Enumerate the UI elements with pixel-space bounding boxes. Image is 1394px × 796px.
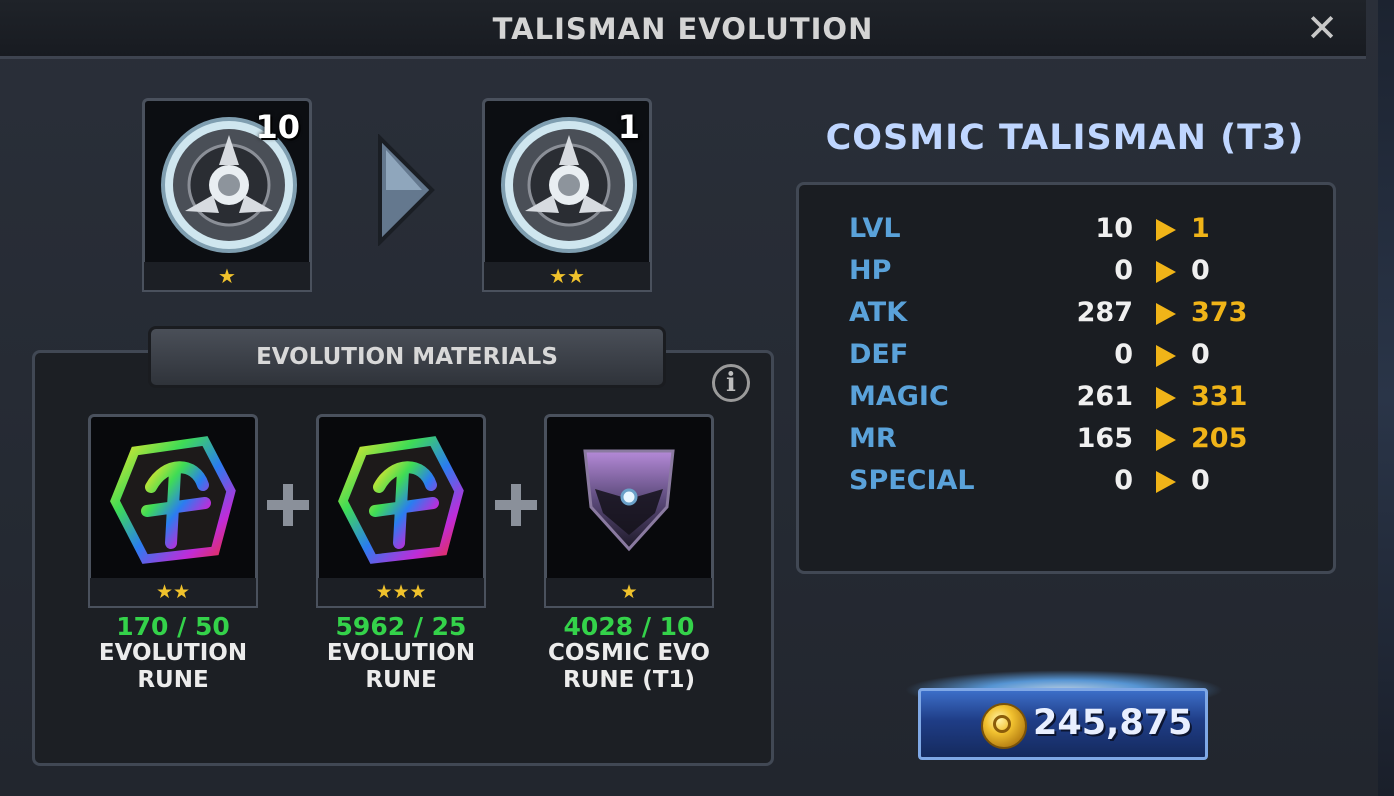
stat-arrow-icon [1156,429,1176,451]
evolve-cost-area: 245,875 [904,670,1224,766]
stat-old-value: 0 [1114,339,1133,370]
stat-arrow-icon [1156,471,1176,493]
stat-new-value: 373 [1191,297,1248,328]
info-icon[interactable]: i [712,364,750,402]
stat-old-value: 287 [1076,297,1133,328]
star-rating: ★ [142,262,312,292]
stat-arrow-icon [1156,387,1176,409]
stat-arrow-icon [1156,303,1176,325]
stat-row: HP 0 0 [799,255,1333,295]
stat-name: HP [849,255,892,286]
stat-row: LVL 10 1 [799,213,1333,253]
stat-new-value: 0 [1191,255,1210,286]
material-count: 5962 / 25 [335,612,467,641]
plus-icon [267,484,309,526]
background-edge [1378,0,1394,796]
material-name: EVOLUTION RUNE [98,640,248,693]
evolve-arrow-icon [378,134,435,246]
star-rating: ★ [544,578,714,608]
evolution-panel: TALISMAN EVOLUTION ✕ 10 ★ 1 ★★ COSMIC TA… [0,0,1384,796]
material-frame [88,414,258,584]
star-rating: ★★ [88,578,258,608]
material-frame [544,414,714,584]
material-frame [316,414,486,584]
stat-old-value: 0 [1114,465,1133,496]
window-title: TALISMAN EVOLUTION [492,12,874,46]
stat-arrow-icon [1156,219,1176,241]
close-icon[interactable]: ✕ [1296,6,1348,50]
material-count: 4028 / 10 [563,612,695,641]
stat-name: MAGIC [849,381,949,412]
item-name: COSMIC TALISMAN (T3) [825,118,1305,158]
material-item[interactable]: ★★ 170 / 50 EVOLUTION RUNE [88,414,258,704]
stat-row: SPECIAL 0 0 [799,465,1333,505]
plus-icon [495,484,537,526]
evolution-rune-icon [338,436,464,564]
stat-row: ATK 287 373 [799,297,1333,337]
title-bar: TALISMAN EVOLUTION ✕ [0,0,1366,59]
stat-name: SPECIAL [849,465,975,496]
quantity-label: 1 [617,108,640,146]
stat-new-value: 1 [1191,213,1210,244]
stat-new-value: 205 [1191,423,1248,454]
stat-row: MR 165 205 [799,423,1333,463]
gold-coin-icon [981,703,1027,749]
gold-cost: 245,875 [1033,703,1193,743]
stat-new-value: 331 [1191,381,1248,412]
source-talisman-slot[interactable]: 10 ★ [142,98,312,294]
stat-row: MAGIC 261 331 [799,381,1333,421]
stat-name: LVL [849,213,901,244]
stat-arrow-icon [1156,261,1176,283]
stat-row: DEF 0 0 [799,339,1333,379]
star-rating: ★★ [482,262,652,292]
material-item[interactable]: ★★★ 5962 / 25 EVOLUTION RUNE [316,414,486,704]
stat-name: MR [849,423,897,454]
stat-new-value: 0 [1191,339,1210,370]
stat-old-value: 261 [1076,381,1133,412]
star-rating: ★★★ [316,578,486,608]
stat-old-value: 165 [1076,423,1133,454]
evolve-button[interactable]: 245,875 [918,688,1208,760]
evolution-rune-icon [110,436,236,564]
material-item[interactable]: ★ 4028 / 10 COSMIC EVO RUNE (T1) [544,414,714,704]
stats-panel: LVL 10 1 HP 0 0 ATK 287 373 DEF 0 0 MAGIC 261 331 MR 165… [796,182,1336,574]
stat-name: DEF [849,339,909,370]
target-talisman-slot[interactable]: 1 ★★ [482,98,652,294]
stat-arrow-icon [1156,345,1176,367]
quantity-label: 10 [255,108,300,146]
stat-old-value: 10 [1095,213,1133,244]
stat-old-value: 0 [1114,255,1133,286]
material-name: EVOLUTION RUNE [326,640,476,693]
materials-header: EVOLUTION MATERIALS [148,326,666,388]
cosmic-evo-rune-icon [583,449,675,552]
stat-new-value: 0 [1191,465,1210,496]
material-count: 170 / 50 [116,612,230,641]
stat-name: ATK [849,297,908,328]
material-name: COSMIC EVO RUNE (T1) [548,640,710,693]
